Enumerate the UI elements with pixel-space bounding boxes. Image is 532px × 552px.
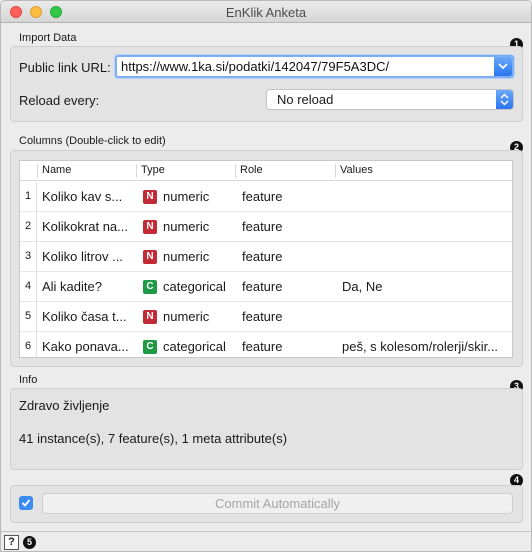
columns-table[interactable]: Name Type Role Values 1 Koliko kav s... … xyxy=(19,160,513,358)
table-header: Name Type Role Values xyxy=(20,161,512,181)
categorical-type-icon: C xyxy=(143,280,157,294)
cell-name: Ali kadite? xyxy=(42,279,102,294)
header-name[interactable]: Name xyxy=(42,164,71,176)
row-number: 2 xyxy=(20,212,37,241)
data-summary: 41 instance(s), 7 feature(s), 1 meta att… xyxy=(19,431,288,446)
header-separator xyxy=(136,164,137,178)
cell-role: feature xyxy=(242,279,283,294)
row-number: 1 xyxy=(20,182,37,211)
table-row[interactable]: 2 Kolikokrat na... N numeric feature xyxy=(20,212,512,242)
window-title: EnKlik Anketa xyxy=(225,5,307,20)
cell-role: feature xyxy=(242,309,283,324)
cell-type: numeric xyxy=(163,249,210,264)
reload-label: Reload every: xyxy=(19,93,100,108)
cell-type: numeric xyxy=(163,189,210,204)
table-row[interactable]: 3 Koliko litrov ... N numeric feature xyxy=(20,242,512,272)
row-number: 3 xyxy=(20,242,37,271)
data-title: Zdravo življenje xyxy=(19,398,110,413)
import-data-label: Import Data xyxy=(19,32,77,44)
commit-button[interactable]: Commit Automatically xyxy=(42,493,513,514)
help-icon[interactable]: ? xyxy=(4,535,19,550)
cell-type: numeric xyxy=(163,219,210,234)
row-number: 6 xyxy=(20,332,37,357)
header-separator xyxy=(235,164,236,178)
updown-chevron-icon xyxy=(500,93,509,106)
cell-values: Da, Ne xyxy=(342,279,383,294)
row-number: 4 xyxy=(20,272,37,301)
title-bar: EnKlik Anketa xyxy=(1,1,531,23)
cell-name: Kolikokrat na... xyxy=(42,219,128,234)
cell-type: categorical xyxy=(163,339,226,354)
auto-commit-checkbox[interactable] xyxy=(19,496,33,510)
header-type[interactable]: Type xyxy=(141,164,165,176)
header-separator xyxy=(335,164,336,178)
numeric-type-icon: N xyxy=(143,190,157,204)
checkmark-icon xyxy=(21,499,31,507)
cell-type: numeric xyxy=(163,309,210,324)
chevron-down-icon xyxy=(498,63,508,70)
reload-value: No reload xyxy=(277,92,334,107)
header-separator xyxy=(37,164,38,178)
header-values[interactable]: Values xyxy=(340,164,373,176)
status-bar: ? 5 xyxy=(1,531,531,551)
cell-name: Kako ponava... xyxy=(42,339,129,354)
categorical-type-icon: C xyxy=(143,340,157,354)
table-row[interactable]: 6 Kako ponava... C categorical feature p… xyxy=(20,332,512,357)
url-dropdown-button[interactable] xyxy=(494,57,512,76)
columns-label: Columns (Double-click to edit) xyxy=(19,135,166,147)
numeric-type-icon: N xyxy=(143,250,157,264)
cell-role: feature xyxy=(242,219,283,234)
url-label: Public link URL: xyxy=(19,60,111,75)
header-role[interactable]: Role xyxy=(240,164,263,176)
cell-role: feature xyxy=(242,339,283,354)
reload-select-button[interactable] xyxy=(496,90,513,109)
cell-name: Koliko litrov ... xyxy=(42,249,123,264)
cell-values: peš, s kolesom/rolerji/skir... xyxy=(342,339,499,354)
cell-name: Koliko časa t... xyxy=(42,309,127,324)
table-row[interactable]: 4 Ali kadite? C categorical feature Da, … xyxy=(20,272,512,302)
cell-role: feature xyxy=(242,249,283,264)
cell-type: categorical xyxy=(163,279,226,294)
cell-name: Koliko kav s... xyxy=(42,189,123,204)
cell-role: feature xyxy=(242,189,283,204)
row-number: 5 xyxy=(20,302,37,331)
url-input[interactable]: https://www.1ka.si/podatki/142047/79F5A3… xyxy=(115,55,514,78)
reload-select[interactable]: No reload xyxy=(266,89,514,110)
numeric-type-icon: N xyxy=(143,310,157,324)
table-row[interactable]: 5 Koliko časa t... N numeric feature xyxy=(20,302,512,332)
marker-5-icon: 5 xyxy=(23,536,36,549)
url-value[interactable]: https://www.1ka.si/podatki/142047/79F5A3… xyxy=(121,59,389,74)
enklik-window: EnKlik Anketa Import Data 1 Public link … xyxy=(0,0,532,552)
numeric-type-icon: N xyxy=(143,220,157,234)
table-row[interactable]: 1 Koliko kav s... N numeric feature xyxy=(20,182,512,212)
info-label: Info xyxy=(19,374,38,386)
